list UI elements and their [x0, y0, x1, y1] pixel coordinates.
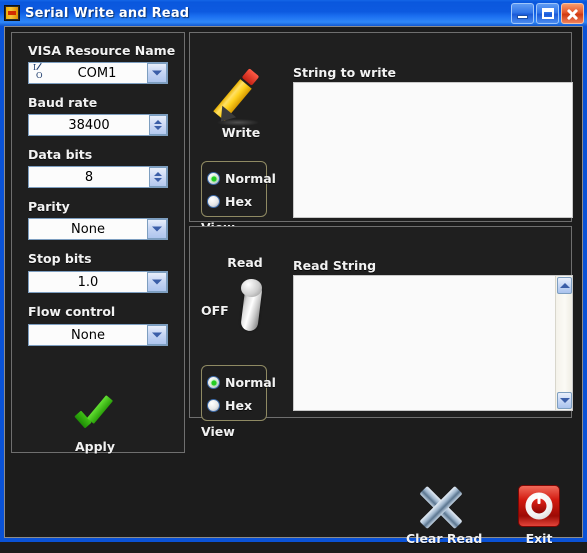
radio-selected-icon[interactable]	[207, 172, 220, 185]
chevron-down-icon[interactable]	[147, 272, 167, 292]
exit-button[interactable]: Exit	[510, 485, 568, 553]
flow-control-label: Flow control	[28, 304, 116, 319]
baud-rate-value: 38400	[68, 117, 110, 133]
radio-selected-icon[interactable]	[207, 376, 220, 389]
write-button[interactable]: Write	[201, 67, 281, 145]
scroll-down-icon[interactable]	[557, 392, 572, 409]
close-button[interactable]	[561, 3, 584, 24]
read-string-box[interactable]	[293, 275, 573, 411]
visa-resource-name-combo[interactable]: I O COM1	[28, 62, 168, 84]
data-bits-value: 8	[84, 169, 94, 185]
data-bits-stepper[interactable]	[149, 167, 167, 187]
read-view-option-normal[interactable]: Normal	[207, 375, 276, 390]
baud-rate-input[interactable]: 38400	[28, 114, 168, 136]
read-view-option-hex[interactable]: Hex	[207, 398, 252, 413]
scroll-up-icon[interactable]	[557, 277, 572, 294]
string-to-write-input[interactable]	[294, 83, 572, 217]
blue-x-icon	[414, 485, 468, 530]
read-string-scrollbar[interactable]	[555, 276, 572, 410]
front-panel: VISA Resource Name I O COM1 Baud rate 38…	[4, 26, 583, 546]
read-view-normal-label: Normal	[225, 375, 276, 390]
radio-unselected-icon[interactable]	[207, 195, 220, 208]
chevron-down-icon[interactable]	[147, 219, 167, 239]
application-window: Serial Write and Read VISA Resource Name…	[0, 0, 587, 546]
baud-rate-stepper[interactable]	[149, 115, 167, 135]
io-glyph-icon: I O	[31, 62, 47, 82]
parity-value: None	[71, 221, 105, 237]
red-power-icon	[518, 485, 560, 527]
serial-settings-panel: VISA Resource Name I O COM1 Baud rate 38…	[11, 32, 185, 453]
clear-read-label: Clear Read	[406, 531, 483, 546]
pencil-icon	[213, 68, 269, 128]
baud-rate-label: Baud rate	[28, 95, 98, 110]
read-view-label: View	[201, 424, 235, 439]
apply-label: Apply	[74, 439, 115, 454]
read-switch-state: OFF	[201, 303, 229, 318]
read-view-hex-label: Hex	[225, 398, 253, 413]
write-view-option-normal[interactable]: Normal	[207, 171, 276, 186]
labview-vi-icon	[4, 5, 20, 21]
exit-label: Exit	[525, 531, 553, 546]
data-bits-label: Data bits	[28, 147, 93, 162]
write-label: Write	[221, 125, 261, 140]
minimize-button[interactable]	[511, 3, 534, 24]
stop-bits-value: 1.0	[77, 274, 99, 290]
maximize-button[interactable]	[536, 3, 559, 24]
io-glyph-bottom: O	[36, 71, 43, 80]
write-view-radio-group[interactable]: Normal Hex	[201, 161, 276, 217]
chevron-down-icon[interactable]	[147, 63, 167, 83]
read-switch-group[interactable]: Read OFF	[201, 255, 289, 351]
read-string-label: Read String	[293, 258, 377, 273]
flow-control-combo[interactable]: None	[28, 324, 168, 346]
chevron-down-icon[interactable]	[147, 325, 167, 345]
write-view-normal-label: Normal	[225, 171, 276, 186]
parity-combo[interactable]: None	[28, 218, 168, 240]
window-title: Serial Write and Read	[25, 5, 190, 21]
radio-unselected-icon[interactable]	[207, 399, 220, 412]
write-view-hex-label: Hex	[225, 194, 253, 209]
visa-label: VISA Resource Name	[28, 43, 176, 58]
window-controls	[511, 3, 584, 24]
read-string-input[interactable]	[294, 276, 555, 410]
green-check-icon	[71, 395, 117, 437]
clear-read-button[interactable]: Clear Read	[406, 485, 483, 553]
read-label: Read	[227, 255, 263, 270]
read-view-radio-group[interactable]: Normal Hex	[201, 365, 276, 421]
flow-control-value: None	[71, 327, 105, 343]
apply-button[interactable]: Apply	[65, 395, 125, 457]
stop-bits-label: Stop bits	[28, 251, 92, 266]
string-to-write-box[interactable]	[293, 82, 573, 218]
visa-value: COM1	[77, 65, 117, 81]
title-bar: Serial Write and Read	[0, 0, 587, 26]
write-view-option-hex[interactable]: Hex	[207, 194, 252, 209]
data-bits-input[interactable]: 8	[28, 166, 168, 188]
string-to-write-label: String to write	[293, 65, 396, 80]
toggle-switch-icon[interactable]	[235, 279, 274, 343]
stop-bits-combo[interactable]: 1.0	[28, 271, 168, 293]
parity-label: Parity	[28, 199, 70, 214]
